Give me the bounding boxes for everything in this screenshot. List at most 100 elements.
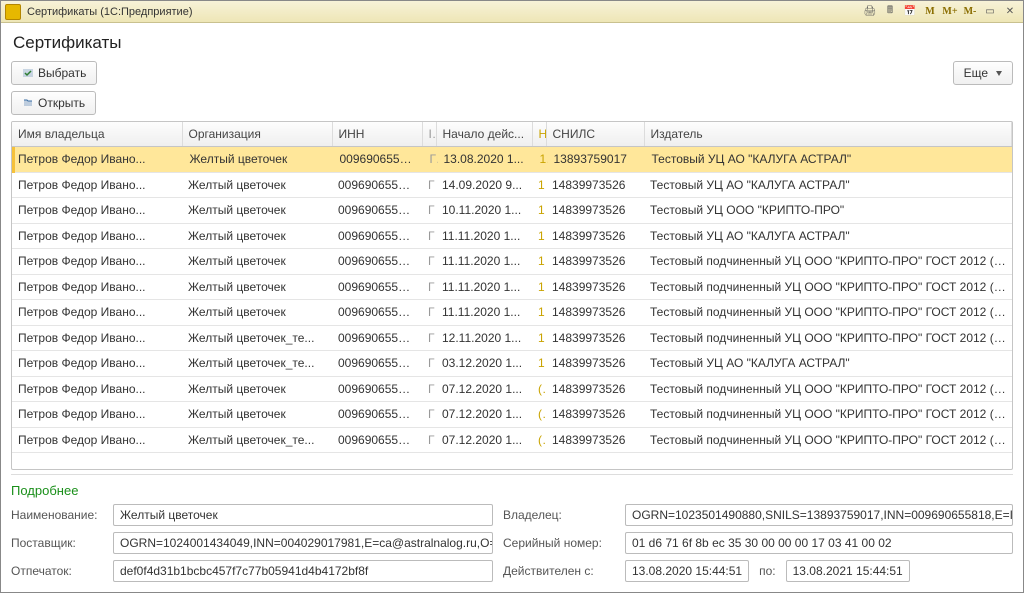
cell-inn: 009690655818 xyxy=(332,326,422,351)
table-row[interactable]: Петров Федор Ивано...Желтый цветочек0096… xyxy=(12,402,1012,428)
table-row[interactable]: Петров Федор Ивано...Желтый цветочек_те.… xyxy=(12,351,1012,377)
app-window: Сертификаты (1С:Предприятие) 🖨 🖩 📅 M M+ … xyxy=(0,0,1024,593)
cell-n: 1 xyxy=(532,326,546,351)
cell-n: 1 xyxy=(532,224,546,249)
cell-org: Желтый цветочек xyxy=(182,249,332,274)
cell-n: 1 xyxy=(532,198,546,223)
window-title: Сертификаты (1С:Предприятие) xyxy=(27,6,861,18)
field-owner[interactable]: OGRN=1023501490880,SNILS=13893759017,INN… xyxy=(625,504,1013,526)
cell-i: Г xyxy=(422,428,436,453)
cell-start: 03.12.2020 1... xyxy=(436,351,532,376)
cell-start: 11.11.2020 1... xyxy=(436,275,532,300)
calendar-icon[interactable]: 📅 xyxy=(901,4,919,20)
col-org[interactable]: Организация xyxy=(182,122,332,147)
cell-n: ( xyxy=(532,402,546,427)
cell-snils: 14839973526 xyxy=(546,351,644,376)
choose-button[interactable]: Выбрать xyxy=(11,61,97,85)
cell-snils: 14839973526 xyxy=(546,249,644,274)
cell-start: 13.08.2020 1... xyxy=(438,147,534,172)
cell-start: 11.11.2020 1... xyxy=(436,300,532,325)
toolbar-row-1: Выбрать Еще xyxy=(11,61,1013,85)
memory-mminus-button[interactable]: M- xyxy=(961,4,979,20)
cell-start: 12.11.2020 1... xyxy=(436,326,532,351)
table-row[interactable]: Петров Федор Ивано...Желтый цветочек0096… xyxy=(12,300,1012,326)
cell-i: Г xyxy=(422,249,436,274)
cell-inn: 009690655818 xyxy=(334,147,424,172)
cell-org: Желтый цветочек_те... xyxy=(182,326,332,351)
cell-snils: 14839973526 xyxy=(546,275,644,300)
table-row[interactable]: Петров Федор Ивано...Желтый цветочек0096… xyxy=(12,147,1012,173)
cell-owner: Петров Федор Ивано... xyxy=(12,326,182,351)
cell-inn: 009690655818 xyxy=(332,198,422,223)
col-start[interactable]: Начало дейс... xyxy=(436,122,532,147)
col-i[interactable]: I xyxy=(422,122,436,147)
col-issuer[interactable]: Издатель xyxy=(644,122,1012,147)
table-row[interactable]: Петров Федор Ивано...Желтый цветочек0096… xyxy=(12,198,1012,224)
label-supplier: Поставщик: xyxy=(11,536,103,550)
cell-issuer: Тестовый УЦ АО "КАЛУГА АСТРАЛ" xyxy=(646,147,1013,172)
cell-issuer: Тестовый подчиненный УЦ ООО "КРИПТО-ПРО"… xyxy=(644,249,1012,274)
cell-inn: 009690655818 xyxy=(332,249,422,274)
minimize-icon[interactable]: ▭ xyxy=(981,4,999,20)
cell-issuer: Тестовый УЦ АО "КАЛУГА АСТРАЛ" xyxy=(644,351,1012,376)
field-valid-from[interactable]: 13.08.2020 15:44:51 xyxy=(625,560,749,582)
cell-start: 07.12.2020 1... xyxy=(436,428,532,453)
cell-start: 07.12.2020 1... xyxy=(436,377,532,402)
titlebar: Сертификаты (1С:Предприятие) 🖨 🖩 📅 M M+ … xyxy=(1,1,1023,23)
table-row[interactable]: Петров Федор Ивано...Желтый цветочек0096… xyxy=(12,224,1012,250)
cell-owner: Петров Федор Ивано... xyxy=(12,428,182,453)
open-button[interactable]: Открыть xyxy=(11,91,96,115)
cell-i: Г xyxy=(422,198,436,223)
cell-snils: 13893759017 xyxy=(548,147,646,172)
cell-n: 1 xyxy=(532,173,546,198)
table-row[interactable]: Петров Федор Ивано...Желтый цветочек0096… xyxy=(12,377,1012,403)
table-header-row: Имя владельца Организация ИНН I Начало д… xyxy=(12,122,1012,147)
table-row[interactable]: Петров Федор Ивано...Желтый цветочек_те.… xyxy=(12,428,1012,454)
titlebar-tools: 🖨 🖩 📅 M M+ M- ▭ ✕ xyxy=(861,4,1019,20)
close-icon[interactable]: ✕ xyxy=(1001,4,1019,20)
cell-inn: 009690655818 xyxy=(332,402,422,427)
field-name[interactable]: Желтый цветочек xyxy=(113,504,493,526)
calc-icon[interactable]: 🖩 xyxy=(881,4,899,20)
cell-owner: Петров Федор Ивано... xyxy=(12,198,182,223)
field-supplier[interactable]: OGRN=1024001434049,INN=004029017981,E=ca… xyxy=(113,532,493,554)
cell-org: Желтый цветочек xyxy=(182,300,332,325)
table-row[interactable]: Петров Федор Ивано...Желтый цветочек0096… xyxy=(12,249,1012,275)
table-body[interactable]: Петров Федор Ивано...Желтый цветочек0096… xyxy=(12,147,1012,465)
cell-n: 1 xyxy=(534,147,548,172)
label-valid-to: по: xyxy=(759,564,776,578)
details-panel: Подробнее Наименование: Желтый цветочек … xyxy=(11,474,1013,582)
col-snils[interactable]: СНИЛС xyxy=(546,122,644,147)
cell-i: Г xyxy=(424,147,438,172)
cell-inn: 009690655818 xyxy=(332,300,422,325)
cell-n: ( xyxy=(532,377,546,402)
cell-owner: Петров Федор Ивано... xyxy=(12,351,182,376)
field-thumbprint[interactable]: def0f4d31b1bcbc457f7c77b05941d4b4172bf8f xyxy=(113,560,493,582)
cell-org: Желтый цветочек xyxy=(182,224,332,249)
cell-issuer: Тестовый УЦ АО "КАЛУГА АСТРАЛ" xyxy=(644,224,1012,249)
cell-i: Г xyxy=(422,326,436,351)
cell-owner: Петров Федор Ивано... xyxy=(14,147,184,172)
field-valid-to[interactable]: 13.08.2021 15:44:51 xyxy=(786,560,910,582)
print-icon[interactable]: 🖨 xyxy=(861,4,879,20)
table-row[interactable]: Петров Федор Ивано...Желтый цветочек_те.… xyxy=(12,326,1012,352)
table-row[interactable]: Петров Федор Ивано...Желтый цветочек0096… xyxy=(12,173,1012,199)
cell-i: Г xyxy=(422,224,436,249)
app-icon xyxy=(5,4,21,20)
cell-i: Г xyxy=(422,275,436,300)
memory-mplus-button[interactable]: M+ xyxy=(941,4,959,20)
col-n[interactable]: Н xyxy=(532,122,546,147)
cell-i: Г xyxy=(422,300,436,325)
more-button[interactable]: Еще xyxy=(953,61,1013,85)
cell-i: Г xyxy=(422,173,436,198)
col-inn[interactable]: ИНН xyxy=(332,122,422,147)
field-serial[interactable]: 01 d6 71 6f 8b ec 35 30 00 00 00 17 03 4… xyxy=(625,532,1013,554)
cell-n: 1 xyxy=(532,300,546,325)
memory-m-button[interactable]: M xyxy=(921,4,939,20)
cell-snils: 14839973526 xyxy=(546,300,644,325)
choose-button-label: Выбрать xyxy=(38,66,86,80)
cell-snils: 14839973526 xyxy=(546,173,644,198)
col-owner[interactable]: Имя владельца xyxy=(12,122,182,147)
table-row[interactable]: Петров Федор Ивано...Желтый цветочек0096… xyxy=(12,275,1012,301)
cell-owner: Петров Федор Ивано... xyxy=(12,300,182,325)
